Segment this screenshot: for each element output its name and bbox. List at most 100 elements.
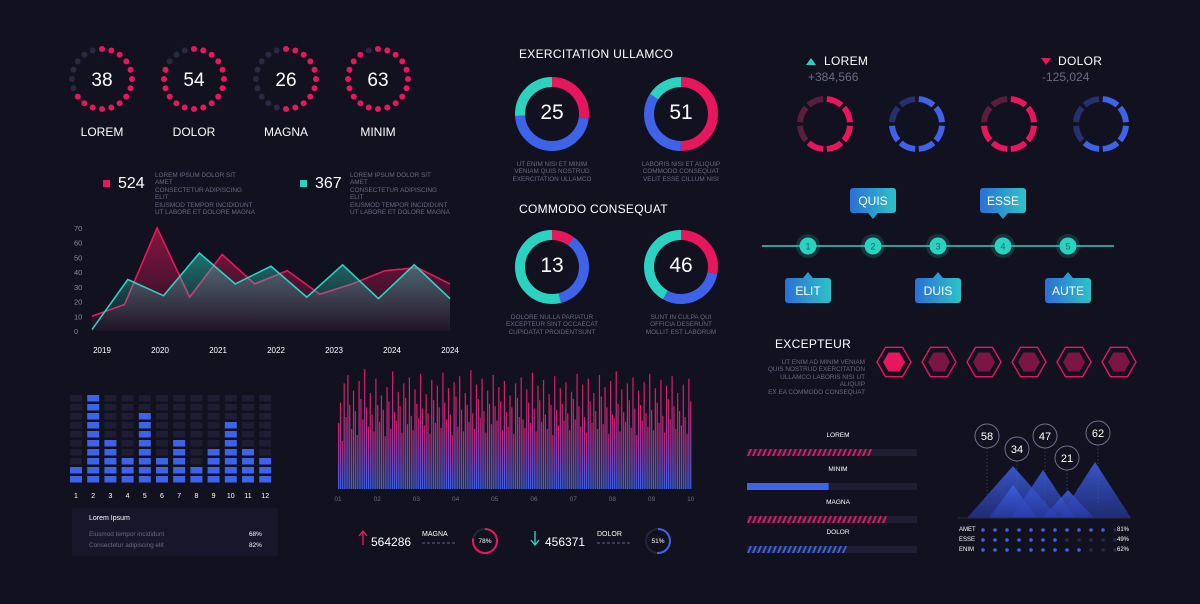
eq-cell xyxy=(156,440,168,447)
y-tick-label: 40 xyxy=(74,268,82,277)
wave-bar xyxy=(431,379,433,489)
x-tick-label: 2019 xyxy=(93,346,111,355)
dial-dot xyxy=(123,58,130,65)
mountain-dot xyxy=(1089,528,1093,532)
timeline-step-label: 2 xyxy=(870,242,875,252)
wave-bar xyxy=(477,399,479,489)
eq-category-label: 5 xyxy=(143,493,147,500)
tag-pointer xyxy=(868,213,878,219)
eq-category-label: 12 xyxy=(261,493,269,500)
wave-bar xyxy=(459,376,461,489)
wave-bar xyxy=(360,399,362,489)
dial-dot xyxy=(365,47,372,54)
eq-cell xyxy=(173,467,186,474)
dial-dot xyxy=(208,51,215,58)
eq-cell xyxy=(70,395,82,402)
eq-cell xyxy=(242,404,254,411)
eq-cell xyxy=(138,413,151,420)
ring-segment xyxy=(1102,140,1120,152)
stat-value-dolor: 456371 xyxy=(545,535,586,549)
eq-cell xyxy=(70,458,82,465)
eq-cell xyxy=(121,413,134,420)
dial-dot xyxy=(300,51,307,58)
mountain-dot xyxy=(1065,538,1069,542)
wave-bar xyxy=(654,388,656,489)
mountain-dot xyxy=(1005,538,1009,542)
dial-dot xyxy=(403,66,410,73)
wave-bar xyxy=(401,432,403,489)
eq-cell xyxy=(259,440,272,447)
eq-cell xyxy=(242,440,254,447)
donut-value-1: 25 xyxy=(540,101,564,124)
indicator-value-dolor: -125,024 xyxy=(1042,70,1090,84)
eq-cell xyxy=(138,476,151,483)
equalizer-chart: 1 2 3 4 5 6 7 8 9 10 11 12 xyxy=(70,395,272,500)
timeline-step-label: 1 xyxy=(805,242,810,252)
eq-cell xyxy=(190,476,203,483)
dial-dot xyxy=(405,76,411,82)
wave-bar xyxy=(500,401,502,489)
dial-dot xyxy=(375,46,381,52)
eq-cell xyxy=(173,413,186,420)
wave-bar xyxy=(585,432,587,489)
wave-bar xyxy=(384,436,386,489)
mountain-row-enim-value: 62% xyxy=(1117,547,1130,553)
dial-dot xyxy=(219,66,226,73)
x-tick-label: 2020 xyxy=(151,346,169,355)
dial-label-magna: MAGNA xyxy=(263,125,308,139)
eq-cell xyxy=(242,431,254,438)
hexagon-inner xyxy=(1063,352,1085,372)
wave-axis-label: 10 xyxy=(687,496,695,503)
wave-bar xyxy=(419,373,422,489)
mountain-dot xyxy=(1017,538,1021,542)
mountain-dot xyxy=(1101,548,1105,552)
eq-cell xyxy=(104,440,117,447)
wave-bar xyxy=(393,412,396,489)
wave-bar xyxy=(416,403,418,489)
eq-cell xyxy=(224,440,237,447)
wave-bar xyxy=(507,426,509,489)
wave-bar xyxy=(341,441,343,489)
wave-bar xyxy=(677,393,679,489)
eq-cell xyxy=(70,413,82,420)
dial-dot xyxy=(162,66,169,73)
ring-segment xyxy=(898,96,916,108)
wave-bar xyxy=(678,411,681,489)
wave-bar xyxy=(671,376,673,489)
mountain-chart: 58 34 47 21 62 xyxy=(958,420,1131,552)
wave-bar xyxy=(606,407,608,489)
legend-swatch-teal xyxy=(300,180,307,187)
eq-cell xyxy=(224,458,237,465)
eq-cell xyxy=(207,440,220,447)
donut-text-3: DOLORE NULLA PARIATUR EXCEPTEUR SINT OCCA… xyxy=(505,314,599,336)
donut-text-4: SUNT IN CULPA QUI OFFICIA DESERUNT MOLLIT … xyxy=(645,314,717,336)
dial-dot xyxy=(215,58,222,65)
stat-pct-dolor: 51% xyxy=(651,538,665,545)
dial-dot xyxy=(74,58,81,65)
mountain-dot xyxy=(1029,548,1033,552)
wave-bar xyxy=(569,430,571,489)
wave-bar xyxy=(479,418,481,489)
wave-bar xyxy=(686,433,688,489)
ring-segment xyxy=(797,105,809,123)
ring-segment xyxy=(1117,125,1129,143)
eq-cell xyxy=(259,422,272,429)
legend-text-b: LOREM IPSUM DOLOR SIT AMET CONSECTETUR AD… xyxy=(350,172,450,217)
wave-bar xyxy=(515,383,517,489)
mountain-dot xyxy=(981,548,985,552)
dial-dot xyxy=(300,100,307,107)
wave-bar xyxy=(447,388,450,489)
eq-cell xyxy=(87,413,100,420)
wave-bar xyxy=(664,432,666,489)
x-tick-label: 2021 xyxy=(209,346,227,355)
wave-bar xyxy=(643,382,645,489)
mountain-dot xyxy=(1041,538,1045,542)
wave-bar xyxy=(399,406,401,489)
timeline-tag-label: ELIT xyxy=(795,284,821,298)
tag-pointer xyxy=(933,272,943,278)
wave-bar xyxy=(611,414,614,489)
wave-bar xyxy=(433,400,435,489)
hexagon-inner xyxy=(1108,352,1130,372)
eq-cell xyxy=(173,440,186,447)
wave-bar xyxy=(617,403,619,489)
